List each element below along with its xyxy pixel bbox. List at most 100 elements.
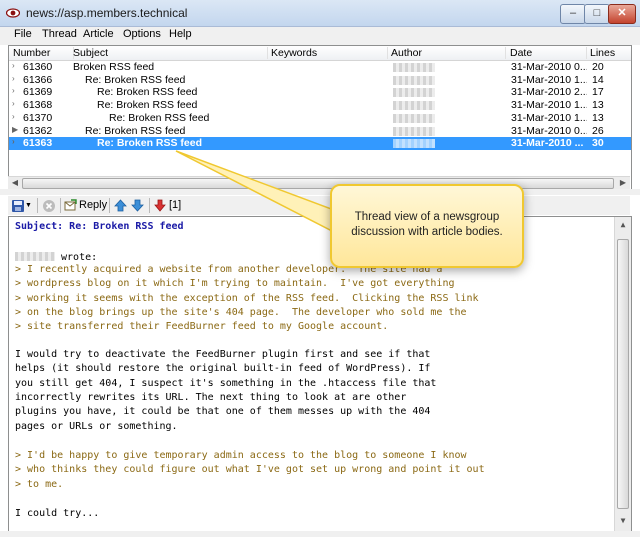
- window-title: news://asp.members.technical: [26, 6, 188, 20]
- row-date: 31-Mar-2010 0...: [511, 61, 587, 73]
- scroll-left-icon[interactable]: ◀: [9, 177, 21, 189]
- scroll-right-icon[interactable]: ▶: [617, 177, 629, 189]
- unread-count: [1]: [169, 199, 182, 211]
- status-strip: [0, 531, 640, 537]
- column-lines[interactable]: Lines: [590, 47, 620, 59]
- thread-row[interactable]: › 61370 Re: Broken RSS feed 31-Mar-2010 1..…: [9, 112, 631, 125]
- article-line: > to me.: [15, 478, 64, 490]
- toolbar-separator: [60, 198, 61, 213]
- minimize-button[interactable]: –: [560, 4, 586, 24]
- menu-file[interactable]: File: [14, 28, 32, 40]
- article-line: incorrectly rewrites its URL. The next t…: [15, 391, 407, 403]
- red-down-arrow-icon[interactable]: [154, 198, 166, 213]
- next-down-arrow-icon[interactable]: [131, 198, 144, 213]
- row-subject: Re: Broken RSS feed: [85, 73, 186, 86]
- vertical-scroll-thumb[interactable]: [617, 239, 629, 509]
- article-line: > wordpress blog on it which I'm trying …: [15, 278, 455, 290]
- article-line: I would try to deactivate the FeedBurner…: [15, 349, 431, 360]
- vertical-scrollbar[interactable]: ▲ ▼: [614, 217, 631, 531]
- row-date: 31-Mar-2010 0...: [511, 124, 587, 137]
- row-date: 31-Mar-2010 1...: [511, 99, 587, 112]
- article-body: Subject: Re: Broken RSS feed wrote: > I …: [8, 216, 632, 532]
- eye-app-icon: [6, 8, 20, 18]
- callout-text: Thread view of a newsgroup discussion wit…: [351, 211, 503, 238]
- article-line: you still get 404, I suspect it's someth…: [15, 377, 437, 389]
- scroll-up-icon[interactable]: ▲: [617, 219, 629, 231]
- toolbar-separator: [37, 198, 38, 213]
- row-number: 61366: [23, 73, 53, 86]
- thread-list[interactable]: Number Subject Keywords Author Date Line…: [8, 45, 632, 190]
- save-icon[interactable]: [11, 198, 25, 213]
- thread-row[interactable]: › 61369 Re: Broken RSS feed 31-Mar-2010 2..…: [9, 86, 631, 99]
- toolbar-separator: [109, 198, 110, 213]
- horizontal-scrollbar[interactable]: ◀ ▶: [8, 176, 630, 189]
- article-line: > I'd be happy to give temporary admin a…: [15, 450, 467, 461]
- thread-row[interactable]: › 61366 Re: Broken RSS feed 31-Mar-2010 1..…: [9, 74, 631, 87]
- row-marker-icon: ›: [12, 111, 15, 121]
- attribution-line: wrote:: [15, 250, 97, 263]
- previous-up-arrow-icon[interactable]: [114, 198, 127, 213]
- row-marker-icon: ▶: [12, 124, 19, 134]
- row-subject: Re: Broken RSS feed: [85, 124, 186, 137]
- menu-options[interactable]: Options: [123, 28, 161, 40]
- row-marker-icon: ›: [12, 86, 15, 96]
- horizontal-scroll-thumb[interactable]: [22, 178, 614, 189]
- article-line: pages or URLs or something.: [15, 420, 178, 432]
- row-marker-icon: ›: [12, 137, 15, 147]
- row-date: 31-Mar-2010 ...: [511, 137, 584, 150]
- article-toolbar: ▼ Reply [1]: [8, 196, 630, 215]
- toolbar-separator: [149, 198, 150, 213]
- thread-row[interactable]: ▶ 61362 Re: Broken RSS feed 31-Mar-2010 0..…: [9, 125, 631, 138]
- thread-row[interactable]: › 61363 Re: Broken RSS feed 31-Mar-2010 ...…: [9, 137, 631, 150]
- menu-article[interactable]: Article: [83, 28, 114, 40]
- column-number[interactable]: Number: [13, 47, 74, 59]
- row-date: 31-Mar-2010 2...: [511, 86, 587, 99]
- menu-bar: File Thread Article Options Help: [0, 27, 640, 45]
- menu-help[interactable]: Help: [169, 28, 192, 40]
- article-line: > working it seems with the exception of…: [15, 292, 479, 304]
- row-number: 61360: [23, 61, 53, 73]
- article-line: > on the blog brings up the site's 404 p…: [15, 306, 467, 318]
- row-lines: 20: [592, 61, 604, 73]
- reply-icon: [64, 199, 77, 211]
- maximize-button[interactable]: □: [584, 4, 610, 24]
- article-line: > who thinks they could figure out what …: [15, 464, 485, 476]
- row-marker-icon: ›: [12, 73, 15, 83]
- row-marker-icon: ›: [12, 99, 15, 109]
- row-date: 31-Mar-2010 1...: [511, 73, 587, 86]
- article-line: > site transferred their FeedBurner feed…: [15, 321, 389, 333]
- column-author[interactable]: Author: [391, 47, 506, 59]
- reply-label: Reply: [79, 199, 108, 211]
- row-lines: 30: [592, 137, 604, 150]
- thread-row[interactable]: › 61368 Re: Broken RSS feed 31-Mar-2010 1..…: [9, 99, 631, 112]
- row-lines: 17: [592, 86, 604, 99]
- row-lines: 26: [592, 124, 604, 137]
- column-date[interactable]: Date: [510, 47, 587, 59]
- annotation-callout: Thread view of a newsgroup discussion wit…: [330, 184, 524, 268]
- row-subject: Re: Broken RSS feed: [109, 111, 210, 124]
- column-keywords[interactable]: Keywords: [271, 47, 388, 59]
- row-subject: Re: Broken RSS feed: [97, 86, 198, 99]
- pane-splitter[interactable]: [0, 189, 640, 195]
- row-subject: Re: Broken RSS feed: [97, 137, 203, 150]
- newsreader-window: news://asp.members.technical – □ ✕ File …: [0, 0, 640, 537]
- article-line: plugins you have, it could be that one o…: [15, 406, 431, 418]
- row-subject: Re: Broken RSS feed: [97, 99, 198, 112]
- close-button[interactable]: ✕: [608, 4, 636, 24]
- menu-thread[interactable]: Thread: [42, 28, 77, 40]
- article-line: helps (it should restore the original bu…: [15, 363, 431, 375]
- stop-icon[interactable]: [42, 198, 56, 213]
- scroll-down-icon[interactable]: ▼: [617, 515, 629, 527]
- save-dropdown-icon[interactable]: ▼: [25, 198, 32, 213]
- column-header-row: Number Subject Keywords Author Date Line…: [9, 46, 631, 61]
- redacted-author: [15, 252, 55, 261]
- closing-line: I could try...: [15, 508, 100, 519]
- title-bar: news://asp.members.technical – □ ✕: [0, 0, 640, 27]
- row-marker-icon: ›: [12, 61, 15, 70]
- column-subject[interactable]: Subject: [73, 47, 268, 59]
- thread-row[interactable]: › 61360 Broken RSS feed 31-Mar-2010 0... 20: [9, 61, 631, 74]
- reply-button[interactable]: Reply: [64, 198, 108, 213]
- row-number: 61362: [23, 124, 53, 137]
- row-number: 61370: [23, 111, 53, 124]
- row-subject: Broken RSS feed: [73, 61, 155, 73]
